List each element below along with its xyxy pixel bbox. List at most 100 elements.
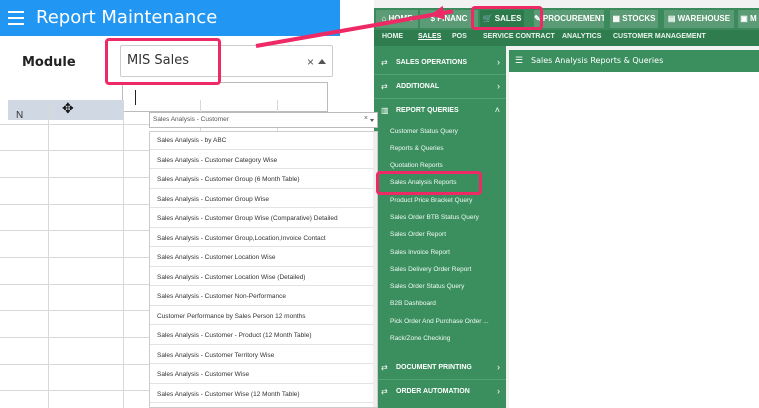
- content-body: [509, 72, 759, 408]
- sidebar-section-label: SALES OPERATIONS: [396, 59, 468, 66]
- sub-nav: HOME SALES POS SERVICE CONTRACT ANALYTIC…: [374, 30, 759, 46]
- list-item[interactable]: Sales Analysis - Customer Wise: [150, 366, 377, 384]
- list-item[interactable]: Sales Analysis - Customer Group (6 Month…: [150, 171, 377, 189]
- report-select-value: Sales Analysis - Customer: [153, 116, 229, 123]
- tab-procurement[interactable]: ✎ PROCUREMENT: [534, 10, 604, 28]
- subnav-analytics[interactable]: ANALYTICS: [562, 33, 601, 40]
- chevron-right-icon: ›: [497, 57, 500, 67]
- list-item[interactable]: Sales Analysis - Customer Group,Location…: [150, 230, 377, 248]
- subnav-pos[interactable]: POS: [452, 33, 467, 40]
- option-label: Sales Analysis - Customer Location Wise: [157, 254, 276, 261]
- list-item[interactable]: Sales Analysis - by ABC: [150, 132, 377, 150]
- sidebar-link-reports-queries[interactable]: Reports & Queries: [390, 145, 443, 152]
- erp-panel: ⌂ HOME $ FINANC 🛒 SALES ✎ PROCUREMENT ▦ …: [374, 0, 759, 408]
- page-title: Report Maintenance: [36, 7, 218, 28]
- option-label: Sales Analysis - Customer Group,Location…: [157, 234, 326, 242]
- sidebar-section-label: ADDITIONAL: [396, 83, 440, 90]
- annotation-highlight-sales-analysis: [376, 171, 482, 195]
- hamburger-menu-icon[interactable]: [8, 11, 24, 25]
- option-label: Sales Analysis - Customer Territory Wise: [157, 351, 275, 359]
- sidebar-link-customer-status-query[interactable]: Customer Status Query: [390, 128, 458, 135]
- swap-icon: ⇄: [381, 387, 388, 396]
- list-item[interactable]: Sales Analysis - Customer Category Wise: [150, 152, 377, 170]
- option-label: Sales Analysis - Customer Category Wise: [157, 156, 278, 164]
- move-cursor-icon: ✥: [62, 100, 74, 116]
- module-label: Module: [22, 55, 76, 70]
- subnav-customer-management[interactable]: CUSTOMER MANAGEMENT: [613, 33, 706, 40]
- sidebar-link-sales-invoice-report[interactable]: Sales Invoice Report: [390, 249, 450, 256]
- option-label: Sales Analysis - Customer - Product (12 …: [157, 332, 312, 339]
- list-item[interactable]: Sales Analysis - Customer Location Wise: [150, 249, 377, 267]
- list-item[interactable]: Sales Analysis - Customer Group Wise: [150, 191, 377, 209]
- screenshot-root: Report Maintenance Module MIS Sales × N: [0, 0, 759, 408]
- bar-chart-icon: ▥: [381, 106, 389, 115]
- option-label: Sales Analysis - Customer Wise: [157, 371, 250, 378]
- subnav-service-contract[interactable]: SERVICE CONTRACT: [483, 33, 555, 40]
- chevron-up-icon[interactable]: [318, 59, 326, 64]
- annotation-highlight-sales-tab: [471, 6, 543, 30]
- sidebar-link-pick-order[interactable]: Pick Order And Purchase Order ...: [390, 318, 489, 325]
- swap-icon: ⇄: [381, 363, 388, 372]
- chevron-right-icon: ›: [497, 81, 500, 91]
- option-label: Sales Analysis - Customer Wise (12 Month…: [157, 390, 300, 398]
- sidebar-link-b2b-dashboard[interactable]: B2B Dashboard: [390, 300, 436, 307]
- chevron-up-icon: ˄: [494, 105, 500, 115]
- sidebar-link-quotation-reports[interactable]: Quotation Reports: [390, 162, 443, 169]
- option-label: Sales Analysis - Customer Location Wise …: [157, 273, 306, 281]
- sidebar-section-order-automation[interactable]: ⇄ ORDER AUTOMATION ›: [374, 381, 506, 403]
- sidebar-link-sales-delivery-order-report[interactable]: Sales Delivery Order Report: [390, 266, 471, 273]
- divider: [374, 98, 506, 99]
- tab-stocks[interactable]: ▦ STOCKS: [610, 10, 658, 28]
- list-item[interactable]: Sales Analysis - Customer Location Wise …: [150, 269, 377, 287]
- list-item[interactable]: Sales Analysis - Customer Wise (12 Month…: [150, 386, 377, 404]
- clear-icon[interactable]: ×: [364, 115, 368, 122]
- sidebar: ⇄ SALES OPERATIONS › ⇄ ADDITIONAL › ▥ RE…: [374, 46, 506, 408]
- chevron-down-icon[interactable]: [370, 119, 374, 122]
- chevron-right-icon: ›: [497, 386, 500, 396]
- list-item[interactable]: Customer Performance by Sales Person 12 …: [150, 308, 377, 326]
- sidebar-link-sales-order-report[interactable]: Sales Order Report: [390, 231, 446, 238]
- sidebar-section-label: ORDER AUTOMATION: [396, 388, 470, 395]
- report-select[interactable]: Sales Analysis - Customer ×: [149, 112, 378, 128]
- sidebar-section-report-queries[interactable]: ▥ REPORT QUERIES ˄: [374, 100, 506, 122]
- divider: [374, 379, 506, 380]
- sidebar-section-sales-operations[interactable]: ⇄ SALES OPERATIONS ›: [374, 52, 506, 74]
- list-icon: ☰: [515, 55, 524, 65]
- report-options-list: Sales Analysis - by ABC Sales Analysis -…: [149, 131, 378, 408]
- content-header: ☰ Sales Analysis Reports & Queries: [509, 50, 759, 72]
- annotation-arrow-head: [428, 5, 446, 23]
- app-header: Report Maintenance: [0, 0, 340, 36]
- option-label: Sales Analysis - Customer Group (6 Month…: [157, 176, 300, 183]
- swap-icon: ⇄: [381, 58, 388, 67]
- option-label: Sales Analysis - Customer Non-Performanc…: [157, 293, 286, 300]
- chevron-right-icon: ›: [497, 362, 500, 372]
- subnav-home[interactable]: HOME: [382, 33, 403, 40]
- option-label: Sales Analysis - Customer Group Wise (Co…: [157, 215, 338, 222]
- sidebar-link-product-price-bracket-query[interactable]: Product Price Bracket Query: [390, 197, 472, 204]
- sidebar-section-label: REPORT QUERIES: [396, 107, 459, 114]
- divider: [374, 74, 506, 75]
- clear-icon[interactable]: ×: [307, 55, 314, 69]
- tab-more[interactable]: ▣ M: [738, 10, 759, 28]
- sidebar-section-document-printing[interactable]: ⇄ DOCUMENT PRINTING ›: [374, 357, 506, 379]
- sidebar-section-label: DOCUMENT PRINTING: [396, 364, 472, 371]
- subnav-sales[interactable]: SALES: [418, 33, 441, 40]
- option-label: Customer Performance by Sales Person 12 …: [157, 312, 306, 320]
- list-item[interactable]: Sales Analysis - Customer Non-Performanc…: [150, 288, 377, 306]
- swap-icon: ⇄: [381, 82, 388, 91]
- option-label: Sales Analysis - Customer Group Wise: [157, 195, 269, 203]
- sidebar-section-additional[interactable]: ⇄ ADDITIONAL ›: [374, 76, 506, 98]
- tab-warehouse[interactable]: ▤ WAREHOUSE: [664, 10, 734, 28]
- list-item[interactable]: Sales Analysis - Customer Territory Wise: [150, 347, 377, 365]
- option-label: Sales Analysis - by ABC: [157, 137, 227, 144]
- list-item[interactable]: Sales Analysis - Customer - Product (12 …: [150, 327, 377, 345]
- sidebar-link-sales-order-btb-status-query[interactable]: Sales Order BTB Status Query: [390, 214, 479, 221]
- sidebar-link-rack-zone-checking[interactable]: Rack/Zone Checking: [390, 335, 450, 342]
- content-title: Sales Analysis Reports & Queries: [531, 56, 664, 65]
- sidebar-link-sales-order-status-query[interactable]: Sales Order Status Query: [390, 283, 464, 290]
- grid-line: [123, 100, 124, 408]
- grid-line: [48, 100, 49, 408]
- list-item[interactable]: Sales Analysis - Customer Group Wise (Co…: [150, 210, 377, 228]
- grid-header-text: N: [16, 110, 24, 121]
- annotation-highlight-module: [105, 38, 221, 85]
